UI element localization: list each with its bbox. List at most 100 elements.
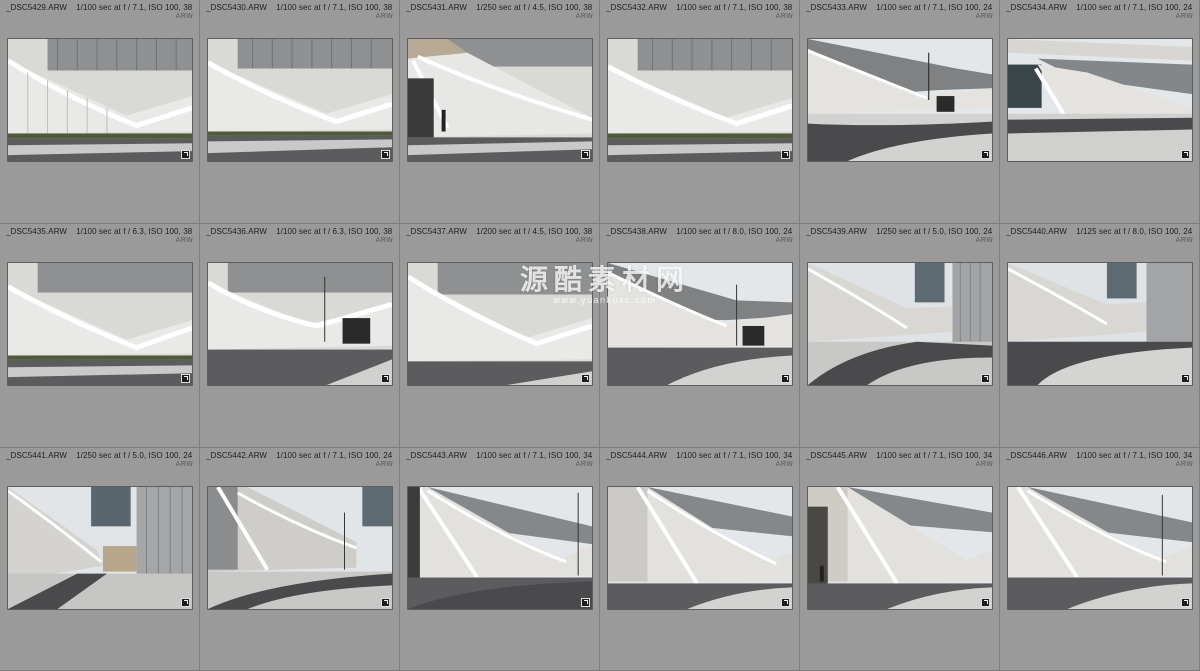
photo-thumbnail[interactable] — [7, 262, 193, 386]
expand-icon[interactable] — [781, 598, 790, 607]
photo-metadata: _DSC5441.ARW 1/250 sec at f / 5.0, ISO 10… — [6, 451, 195, 460]
grid-cell[interactable]: _DSC5445.ARW 1/100 sec at f / 7.1, ISO 10… — [800, 448, 1000, 671]
photo-metadata: _DSC5444.ARW 1/100 sec at f / 7.1, ISO 10… — [606, 451, 795, 460]
building-photo — [1008, 39, 1192, 161]
photo-thumbnail[interactable] — [807, 38, 993, 162]
grid-cell[interactable]: _DSC5434.ARW 1/100 sec at f / 7.1, ISO 10… — [1000, 0, 1200, 224]
file-name: _DSC5435.ARW — [6, 227, 68, 236]
expand-icon[interactable] — [981, 374, 990, 383]
file-type-label: ARW — [975, 13, 993, 20]
expand-icon[interactable] — [381, 374, 390, 383]
building-photo — [608, 263, 792, 385]
expand-icon[interactable] — [581, 150, 590, 159]
grid-cell[interactable]: _DSC5440.ARW 1/125 sec at f / 8.0, ISO 10… — [1000, 224, 1200, 448]
grid-cell[interactable]: _DSC5444.ARW 1/100 sec at f / 7.1, ISO 10… — [600, 448, 800, 671]
grid-cell[interactable]: _DSC5446.ARW 1/100 sec at f / 7.1, ISO 10… — [1000, 448, 1200, 671]
photo-thumbnail[interactable] — [807, 486, 993, 610]
photo-metadata: _DSC5438.ARW 1/100 sec at f / 8.0, ISO 10… — [606, 227, 795, 236]
thumbnail-grid: _DSC5429.ARW 1/100 sec at f / 7.1, ISO 10… — [0, 0, 1200, 671]
grid-cell[interactable]: _DSC5438.ARW 1/100 sec at f / 8.0, ISO 10… — [600, 224, 800, 448]
expand-icon[interactable] — [1181, 598, 1190, 607]
expand-icon[interactable] — [1181, 150, 1190, 159]
exif-info: 1/100 sec at f / 7.1, ISO 100, 38 mm (FE… — [276, 3, 395, 12]
photo-thumbnail[interactable] — [407, 486, 593, 610]
photo-thumbnail[interactable] — [7, 38, 193, 162]
grid-cell[interactable]: _DSC5433.ARW 1/100 sec at f / 7.1, ISO 10… — [800, 0, 1000, 224]
photo-metadata: _DSC5437.ARW 1/200 sec at f / 4.5, ISO 10… — [406, 227, 595, 236]
file-type-label: ARW — [775, 13, 793, 20]
expand-icon[interactable] — [381, 150, 390, 159]
photo-metadata: _DSC5435.ARW 1/100 sec at f / 6.3, ISO 10… — [6, 227, 195, 236]
expand-icon[interactable] — [581, 598, 590, 607]
grid-cell[interactable]: _DSC5443.ARW 1/100 sec at f / 7.1, ISO 10… — [400, 448, 600, 671]
grid-cell[interactable]: _DSC5431.ARW 1/250 sec at f / 4.5, ISO 10… — [400, 0, 600, 224]
file-type-label: ARW — [175, 237, 193, 244]
expand-icon[interactable] — [781, 150, 790, 159]
grid-cell[interactable]: _DSC5442.ARW 1/100 sec at f / 7.1, ISO 10… — [200, 448, 400, 671]
expand-icon[interactable] — [1181, 374, 1190, 383]
file-name: _DSC5429.ARW — [6, 3, 68, 12]
photo-thumbnail[interactable] — [407, 262, 593, 386]
file-type-label: ARW — [1175, 237, 1193, 244]
exif-info: 1/250 sec at f / 4.5, ISO 100, 38 mm (FE… — [476, 3, 595, 12]
photo-thumbnail[interactable] — [207, 262, 393, 386]
photo-thumbnail[interactable] — [407, 38, 593, 162]
photo-thumbnail[interactable] — [207, 486, 393, 610]
file-type-label: ARW — [375, 461, 393, 468]
photo-thumbnail[interactable] — [1007, 486, 1193, 610]
file-type-label: ARW — [575, 237, 593, 244]
photo-thumbnail[interactable] — [607, 38, 793, 162]
building-photo — [1008, 487, 1192, 609]
photo-metadata: _DSC5434.ARW 1/100 sec at f / 7.1, ISO 10… — [1006, 3, 1195, 12]
building-photo — [8, 39, 192, 161]
photo-thumbnail[interactable] — [607, 262, 793, 386]
file-name: _DSC5441.ARW — [6, 451, 68, 460]
photo-thumbnail[interactable] — [7, 486, 193, 610]
file-name: _DSC5446.ARW — [1006, 451, 1068, 460]
file-name: _DSC5434.ARW — [1006, 3, 1068, 12]
file-type-label: ARW — [375, 237, 393, 244]
file-type-label: ARW — [575, 13, 593, 20]
photo-metadata: _DSC5436.ARW 1/100 sec at f / 6.3, ISO 10… — [206, 227, 395, 236]
file-type-label: ARW — [175, 461, 193, 468]
photo-metadata: _DSC5431.ARW 1/250 sec at f / 4.5, ISO 10… — [406, 3, 595, 12]
file-name: _DSC5433.ARW — [806, 3, 868, 12]
photo-thumbnail[interactable] — [207, 38, 393, 162]
photo-thumbnail[interactable] — [607, 486, 793, 610]
grid-cell[interactable]: _DSC5436.ARW 1/100 sec at f / 6.3, ISO 10… — [200, 224, 400, 448]
grid-cell[interactable]: _DSC5430.ARW 1/100 sec at f / 7.1, ISO 10… — [200, 0, 400, 224]
photo-thumbnail[interactable] — [807, 262, 993, 386]
file-name: _DSC5440.ARW — [1006, 227, 1068, 236]
file-type-label: ARW — [975, 461, 993, 468]
file-type-label: ARW — [1175, 13, 1193, 20]
file-type-label: ARW — [775, 237, 793, 244]
expand-icon[interactable] — [781, 374, 790, 383]
exif-info: 1/100 sec at f / 7.1, ISO 100, 34 mm (FE… — [1076, 451, 1195, 460]
grid-cell[interactable]: _DSC5435.ARW 1/100 sec at f / 6.3, ISO 10… — [0, 224, 200, 448]
building-photo — [408, 487, 592, 609]
file-type-label: ARW — [575, 461, 593, 468]
expand-icon[interactable] — [381, 598, 390, 607]
expand-icon[interactable] — [581, 374, 590, 383]
file-type-label: ARW — [175, 13, 193, 20]
exif-info: 1/200 sec at f / 4.5, ISO 100, 38 mm (FE… — [476, 227, 595, 236]
building-photo — [408, 39, 592, 161]
grid-cell[interactable]: _DSC5429.ARW 1/100 sec at f / 7.1, ISO 10… — [0, 0, 200, 224]
expand-icon[interactable] — [181, 598, 190, 607]
photo-thumbnail[interactable] — [1007, 38, 1193, 162]
photo-metadata: _DSC5432.ARW 1/100 sec at f / 7.1, ISO 10… — [606, 3, 795, 12]
expand-icon[interactable] — [981, 150, 990, 159]
grid-cell[interactable]: _DSC5439.ARW 1/250 sec at f / 5.0, ISO 10… — [800, 224, 1000, 448]
expand-icon[interactable] — [981, 598, 990, 607]
expand-icon[interactable] — [181, 374, 190, 383]
photo-thumbnail[interactable] — [1007, 262, 1193, 386]
grid-cell[interactable]: _DSC5437.ARW 1/200 sec at f / 4.5, ISO 10… — [400, 224, 600, 448]
grid-cell[interactable]: _DSC5432.ARW 1/100 sec at f / 7.1, ISO 10… — [600, 0, 800, 224]
exif-info: 1/250 sec at f / 5.0, ISO 100, 24 mm (FE… — [876, 227, 995, 236]
building-photo — [8, 263, 192, 385]
file-type-label: ARW — [975, 237, 993, 244]
grid-cell[interactable]: _DSC5441.ARW 1/250 sec at f / 5.0, ISO 10… — [0, 448, 200, 671]
building-photo — [608, 487, 792, 609]
file-name: _DSC5442.ARW — [206, 451, 268, 460]
expand-icon[interactable] — [181, 150, 190, 159]
